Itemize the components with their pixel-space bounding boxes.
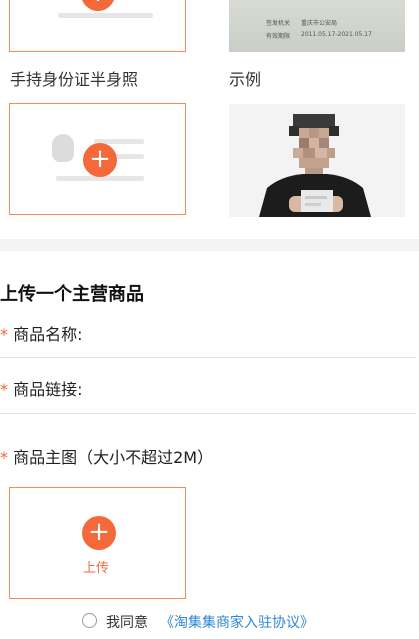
handheld-id-example-photo (229, 104, 405, 217)
page: + 签发机关 重庆市公安局 有效期限 2011.05.17-2021.05.17… (0, 0, 419, 639)
id-card-validity-label: 有效期限 (266, 33, 291, 40)
section-divider (0, 239, 419, 251)
person-placeholder-icon (52, 134, 74, 162)
example-photo-drawing (229, 104, 405, 217)
product-link-label: 商品链接: (13, 380, 83, 399)
plus-icon: + (83, 143, 117, 177)
id-card-authority-label: 签发机关 (266, 20, 291, 27)
row-divider (0, 413, 416, 414)
agreement-link[interactable]: 《淘集集商家入驻协议》 (160, 612, 314, 632)
agree-text: 我同意 (106, 615, 148, 631)
handheld-id-upload-box[interactable]: + (9, 103, 186, 215)
plus-icon: + (81, 0, 115, 11)
plus-icon: + (82, 516, 116, 550)
required-mark: * (0, 380, 8, 399)
placeholder-line (58, 13, 153, 18)
handheld-id-caption: 手持身份证半身照 (10, 70, 139, 89)
required-mark: * (0, 448, 8, 467)
product-image-upload-button[interactable]: + 上传 (9, 487, 186, 599)
product-image-row: * 商品主图（大小不超过2M） (0, 444, 419, 467)
id-card-validity-value: 2011.05.17-2021.05.17 (301, 31, 372, 38)
id-card-sample-image: 签发机关 重庆市公安局 有效期限 2011.05.17-2021.05.17 (229, 0, 405, 52)
upload-label: 上传 (83, 561, 110, 576)
id-card-authority-value: 重庆市公安局 (301, 20, 338, 27)
id-upload-box-top[interactable]: + (9, 0, 186, 52)
required-mark: * (0, 325, 8, 344)
row-divider (0, 357, 416, 358)
product-image-label: 商品主图（大小不超过2M） (13, 448, 214, 467)
product-name-label: 商品名称: (13, 325, 83, 344)
product-name-row[interactable]: * 商品名称: (0, 321, 419, 344)
product-link-row[interactable]: * 商品链接: (0, 376, 419, 399)
example-caption: 示例 (229, 70, 262, 89)
section-title: 上传一个主营商品 (0, 284, 144, 305)
agree-radio[interactable] (82, 613, 97, 628)
